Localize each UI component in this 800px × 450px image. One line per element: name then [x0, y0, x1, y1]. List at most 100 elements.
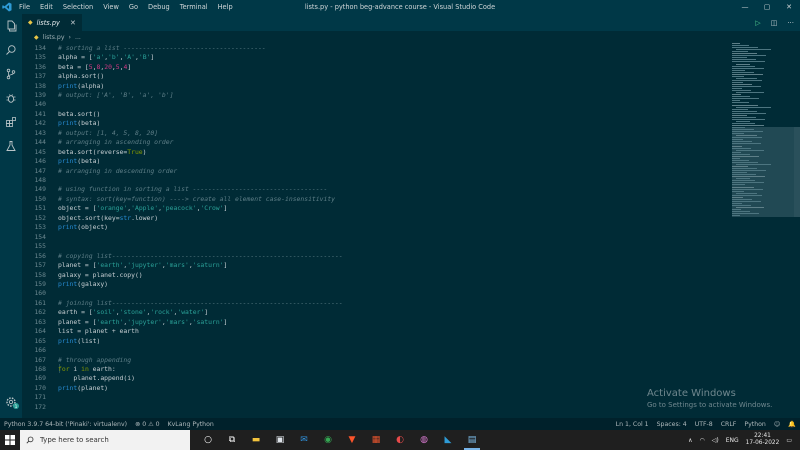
code-line[interactable]: 148: [22, 175, 722, 184]
code-line[interactable]: 164 list = planet + earth: [22, 327, 722, 336]
windows-start-icon[interactable]: [0, 430, 20, 450]
feedback-icon[interactable]: ☺: [770, 421, 784, 428]
indentation[interactable]: Spaces: 4: [653, 421, 691, 428]
language-mode[interactable]: Python: [740, 421, 769, 428]
code-line[interactable]: 135 alpha = ['a','b','A','B']: [22, 52, 722, 61]
code-line[interactable]: 138 print(alpha): [22, 81, 722, 90]
file-explorer-icon[interactable]: ▬: [244, 430, 268, 450]
encoding[interactable]: UTF-8: [691, 421, 717, 428]
code-line[interactable]: 141 beta.sort(): [22, 109, 722, 118]
menu-debug[interactable]: Debug: [143, 0, 175, 14]
kvlang-status[interactable]: KvLang Python: [164, 421, 218, 428]
code-line[interactable]: 143 # output: [1, 4, 5, 8, 20]: [22, 128, 722, 137]
code-line[interactable]: 172: [22, 402, 722, 411]
explorer-icon[interactable]: [0, 14, 22, 38]
python-interpreter[interactable]: Python 3.9.7 64-bit ('Pinaki': virtualen…: [0, 421, 131, 428]
code-line[interactable]: 140: [22, 100, 722, 109]
code-line[interactable]: 170 print(planet): [22, 383, 722, 392]
code-line[interactable]: 168 for i in earth:: [22, 364, 722, 373]
menu-go[interactable]: Go: [124, 0, 143, 14]
code-line[interactable]: 155: [22, 241, 722, 250]
volume-icon[interactable]: ◁): [712, 437, 719, 444]
code-line[interactable]: 166: [22, 345, 722, 354]
menu-edit[interactable]: Edit: [35, 0, 58, 14]
minimap[interactable]: [732, 43, 794, 223]
maximize-button[interactable]: ▢: [756, 0, 778, 14]
breadcrumb: ◆ lists.py › ...: [22, 31, 81, 43]
code-line[interactable]: 154: [22, 232, 722, 241]
wifi-icon[interactable]: ◠: [699, 437, 704, 444]
split-editor-icon[interactable]: ◫: [771, 19, 778, 27]
code-line[interactable]: 150 # syntax: sort(key=function) ----> cr…: [22, 194, 722, 203]
code-line[interactable]: 160: [22, 289, 722, 298]
code-line[interactable]: 146 print(beta): [22, 156, 722, 165]
testing-flask-icon[interactable]: [0, 134, 22, 158]
close-button[interactable]: ✕: [778, 0, 800, 14]
code-line[interactable]: 161 # joining list-----------------------…: [22, 298, 722, 307]
menu-terminal[interactable]: Terminal: [175, 0, 213, 14]
code-line[interactable]: 137 alpha.sort(): [22, 71, 722, 80]
scrollbar-thumb[interactable]: [794, 127, 800, 217]
code-line[interactable]: 142 print(beta): [22, 119, 722, 128]
media-icon[interactable]: ◐: [388, 430, 412, 450]
vertical-scrollbar[interactable]: [794, 43, 800, 418]
minimize-button[interactable]: —: [734, 0, 756, 14]
code-line[interactable]: 167 # through appending: [22, 355, 722, 364]
menu-selection[interactable]: Selection: [58, 0, 98, 14]
task-view-icon[interactable]: ⧉: [220, 430, 244, 450]
brave-icon[interactable]: ▼: [340, 430, 364, 450]
tray-chevron-up-icon[interactable]: ∧: [688, 437, 692, 444]
menu-file[interactable]: File: [14, 0, 35, 14]
code-line[interactable]: 171: [22, 393, 722, 402]
taskbar-clock[interactable]: 22:41 17-06-2022: [746, 433, 780, 447]
app-taskbar-icon[interactable]: ▤: [460, 430, 484, 450]
more-actions-icon[interactable]: ···: [787, 19, 794, 27]
code-line[interactable]: 169 planet.append(i): [22, 374, 722, 383]
breadcrumb-file[interactable]: lists.py: [43, 34, 65, 41]
tab-close-icon[interactable]: ✕: [70, 19, 76, 27]
menu-help[interactable]: Help: [213, 0, 238, 14]
code-line[interactable]: 134 # sorting a list --------------------…: [22, 43, 722, 52]
code-line[interactable]: 156 # copying list-----------------------…: [22, 251, 722, 260]
code-line[interactable]: 147 # arranging in descending order: [22, 166, 722, 175]
code-line[interactable]: 165 print(list): [22, 336, 722, 345]
tray-language[interactable]: ENG: [726, 437, 739, 444]
code-line[interactable]: 151 object = ['orange','Apple','peacock',…: [22, 204, 722, 213]
office-icon[interactable]: ▦: [364, 430, 388, 450]
code-line[interactable]: 139 # output: ['A', 'B', 'a', 'b']: [22, 90, 722, 99]
code-line[interactable]: 159 print(galaxy): [22, 279, 722, 288]
search-icon[interactable]: [0, 38, 22, 62]
vscode-taskbar-icon[interactable]: ◣: [436, 430, 460, 450]
notifications-icon[interactable]: 🔔: [784, 420, 800, 428]
debug-icon[interactable]: [0, 86, 22, 110]
browser-icon[interactable]: ◍: [412, 430, 436, 450]
extensions-icon[interactable]: [0, 110, 22, 134]
problems-count[interactable]: ⊗ 0 ⚠ 0: [131, 421, 164, 428]
taskbar-search-input[interactable]: Type here to search: [20, 430, 190, 450]
code-line[interactable]: 157 planet = ['earth','jupyter','mars','s…: [22, 260, 722, 269]
mail-icon[interactable]: ✉: [292, 430, 316, 450]
notification-center-icon[interactable]: ▭: [786, 437, 792, 444]
code-line[interactable]: 158 galaxy = planet.copy(): [22, 270, 722, 279]
cursor-position[interactable]: Ln 1, Col 1: [612, 421, 653, 428]
code-line[interactable]: 149 # using function in sorting a list --…: [22, 185, 722, 194]
run-icon[interactable]: ▷: [755, 19, 760, 27]
code-line[interactable]: 136 beta = [5,8,20,5,4]: [22, 62, 722, 71]
tab-lists-py[interactable]: ◆ lists.py ✕: [22, 14, 82, 31]
line-ending[interactable]: CRLF: [717, 421, 741, 428]
code-line[interactable]: 145 beta.sort(reverse=True): [22, 147, 722, 156]
menu-view[interactable]: View: [98, 0, 124, 14]
code-line[interactable]: 144 # arranging in ascending order: [22, 138, 722, 147]
code-line[interactable]: 152 object.sort(key=str.lower): [22, 213, 722, 222]
cortana-icon[interactable]: ○: [196, 430, 220, 450]
code-line[interactable]: 153 print(object): [22, 223, 722, 232]
chrome-icon[interactable]: ◉: [316, 430, 340, 450]
code-line[interactable]: 162 earth = ['soil','stone','rock','water…: [22, 308, 722, 317]
line-number: 147: [34, 166, 46, 175]
breadcrumb-more[interactable]: ...: [75, 34, 81, 41]
code-editor[interactable]: 134 # sorting a list --------------------…: [22, 43, 732, 418]
source-control-icon[interactable]: [0, 62, 22, 86]
settings-gear-icon[interactable]: 1: [0, 390, 22, 414]
store-icon[interactable]: ▣: [268, 430, 292, 450]
code-line[interactable]: 163 planet = ['earth','jupyter','mars','s…: [22, 317, 722, 326]
